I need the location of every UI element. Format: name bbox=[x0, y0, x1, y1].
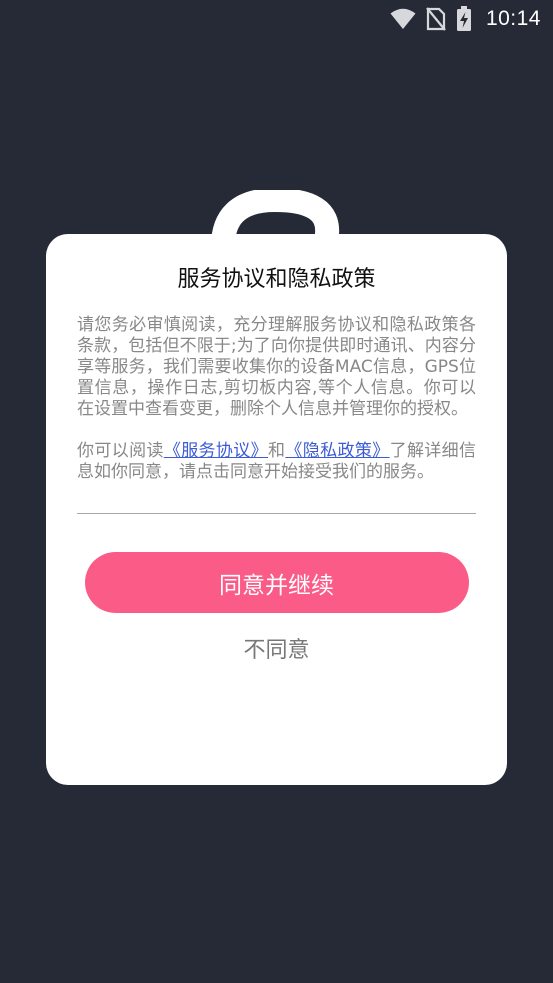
read-more-prefix: 你可以阅读 bbox=[77, 441, 164, 461]
no-sim-icon bbox=[426, 7, 446, 31]
dialog-body: 请您务必审慎阅读，充分理解服务协议和隐私政策各条款，包括但不限于;为了向你提供即… bbox=[77, 315, 476, 483]
disagree-button[interactable]: 不同意 bbox=[237, 631, 315, 665]
dialog-title: 服务协议和隐私政策 bbox=[177, 267, 376, 292]
read-more-and: 和 bbox=[268, 441, 286, 461]
read-more-text: 你可以阅读《服务协议》和《隐私政策》了解详细信息如你同意，请点击同意开始接受我们… bbox=[77, 441, 476, 483]
divider bbox=[77, 513, 476, 514]
agree-continue-button[interactable]: 同意并继续 bbox=[84, 552, 469, 613]
status-time: 10:14 bbox=[485, 7, 541, 30]
policy-summary-text: 请您务必审慎阅读，充分理解服务协议和隐私政策各条款，包括但不限于;为了向你提供即… bbox=[77, 315, 476, 419]
privacy-dialog: 服务协议和隐私政策 请您务必审慎阅读，充分理解服务协议和隐私政策各条款，包括但不… bbox=[46, 234, 507, 785]
wifi-icon bbox=[390, 8, 416, 30]
status-bar: 10:14 bbox=[0, 0, 553, 38]
privacy-policy-link[interactable]: 《隐私政策》 bbox=[285, 441, 389, 461]
service-agreement-link[interactable]: 《服务协议》 bbox=[164, 441, 268, 461]
battery-charging-icon bbox=[456, 6, 472, 32]
